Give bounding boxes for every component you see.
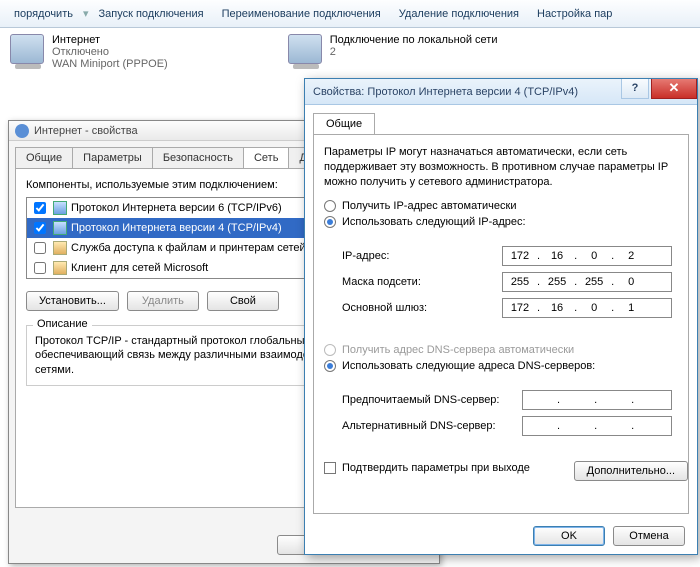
ip-octet[interactable]	[540, 275, 574, 289]
toolbar-item[interactable]: Запуск подключения	[91, 5, 212, 23]
window-title: Свойства: Протокол Интернета версии 4 (T…	[313, 86, 578, 98]
toolbar-item[interactable]: Настройка пар	[529, 5, 620, 23]
ip-octet[interactable]	[614, 249, 648, 263]
window-titlebar[interactable]: Свойства: Протокол Интернета версии 4 (T…	[305, 79, 697, 105]
ip-octet[interactable]	[597, 419, 631, 433]
component-checkbox[interactable]	[34, 262, 46, 274]
radio-icon	[324, 200, 336, 212]
dns-fields-group: Предпочитаемый DNS-сервер: . . . Альтерн…	[324, 376, 678, 454]
ip-octet[interactable]	[577, 249, 611, 263]
tab-network[interactable]: Сеть	[243, 147, 289, 168]
explorer-toolbar: порядочить▾ Запуск подключения Переимено…	[0, 0, 700, 28]
connection-item-lan[interactable]: Подключение по локальной сети 2	[288, 34, 498, 70]
component-checkbox[interactable]	[34, 202, 46, 214]
remove-button: Удалить	[127, 291, 199, 311]
tabstrip: Общие	[313, 113, 689, 134]
radio-label: Использовать следующие адреса DNS-сервер…	[342, 360, 595, 372]
component-label: Служба доступа к файлам и принтерам сете…	[71, 242, 306, 254]
alternate-dns-label: Альтернативный DNS-сервер:	[342, 420, 522, 432]
radio-manual-ip[interactable]: Использовать следующий IP-адрес:	[324, 216, 678, 228]
checkbox-label: Подтвердить параметры при выходе	[342, 462, 530, 474]
radio-auto-ip[interactable]: Получить IP-адрес автоматически	[324, 200, 678, 212]
ipv4-properties-window: Свойства: Протокол Интернета версии 4 (T…	[304, 78, 698, 555]
ip-octet[interactable]	[634, 393, 668, 407]
preferred-dns-label: Предпочитаемый DNS-сервер:	[342, 394, 522, 406]
radio-icon	[324, 216, 336, 228]
ip-octet[interactable]	[540, 301, 574, 315]
connection-name: Подключение по локальной сети	[330, 34, 498, 46]
close-button[interactable]: ✕	[651, 79, 697, 99]
ip-octet[interactable]	[560, 393, 594, 407]
connection-device: WAN Miniport (PPPOE)	[52, 58, 168, 70]
alternate-dns-input[interactable]: . . .	[522, 416, 672, 436]
ip-fields-group: IP-адрес: . . . Маска подсети: . . . О	[324, 232, 678, 336]
connection-icon	[288, 34, 322, 64]
toolbar-item[interactable]: порядочить	[6, 5, 81, 23]
radio-label: Получить адрес DNS-сервера автоматически	[342, 344, 574, 356]
component-checkbox[interactable]	[34, 222, 46, 234]
ip-octet[interactable]	[540, 249, 574, 263]
toolbar-item[interactable]: Удаление подключения	[391, 5, 527, 23]
globe-icon	[15, 124, 29, 138]
help-button[interactable]: ?	[621, 79, 649, 99]
radio-label: Получить IP-адрес автоматически	[342, 200, 516, 212]
tab-security[interactable]: Безопасность	[152, 147, 244, 168]
client-icon	[53, 261, 67, 275]
checkbox-icon	[324, 462, 336, 474]
cancel-button[interactable]: Отмена	[613, 526, 685, 546]
service-icon	[53, 241, 67, 255]
gateway-label: Основной шлюз:	[342, 302, 502, 314]
component-checkbox[interactable]	[34, 242, 46, 254]
component-label: Протокол Интернета версии 6 (TCP/IPv6)	[71, 202, 282, 214]
ip-octet[interactable]	[614, 301, 648, 315]
radio-auto-dns: Получить адрес DNS-сервера автоматически	[324, 344, 678, 356]
subnet-mask-label: Маска подсети:	[342, 276, 502, 288]
component-label: Клиент для сетей Microsoft	[71, 262, 208, 274]
radio-label: Использовать следующий IP-адрес:	[342, 216, 526, 228]
ip-octet[interactable]	[503, 249, 537, 263]
ip-octet[interactable]	[634, 419, 668, 433]
connection-name: Интернет	[52, 34, 168, 46]
ip-octet[interactable]	[503, 301, 537, 315]
ip-octet[interactable]	[597, 393, 631, 407]
tab-general[interactable]: Общие	[15, 147, 73, 168]
protocol-icon	[53, 201, 67, 215]
description-legend: Описание	[33, 318, 92, 330]
advanced-button[interactable]: Дополнительно...	[574, 461, 688, 481]
intro-text: Параметры IP могут назначаться автоматич…	[324, 145, 678, 190]
tab-panel-general: Параметры IP могут назначаться автоматич…	[313, 134, 689, 514]
toolbar-item[interactable]: Переименование подключения	[214, 5, 389, 23]
connection-status: 2	[330, 46, 498, 58]
ip-octet[interactable]	[577, 275, 611, 289]
window-title: Интернет - свойства	[34, 125, 138, 137]
subnet-mask-input[interactable]: . . .	[502, 272, 672, 292]
component-label: Протокол Интернета версии 4 (TCP/IPv4)	[71, 222, 282, 234]
install-button[interactable]: Установить...	[26, 291, 119, 311]
tab-options[interactable]: Параметры	[72, 147, 153, 168]
ip-octet[interactable]	[503, 275, 537, 289]
radio-manual-dns[interactable]: Использовать следующие адреса DNS-сервер…	[324, 360, 678, 372]
radio-icon	[324, 360, 336, 372]
ip-octet[interactable]	[523, 393, 557, 407]
preferred-dns-input[interactable]: . . .	[522, 390, 672, 410]
protocol-icon	[53, 221, 67, 235]
tab-general[interactable]: Общие	[313, 113, 375, 134]
connections-list: Интернет Отключено WAN Miniport (PPPOE) …	[0, 28, 700, 76]
ok-button[interactable]: OK	[533, 526, 605, 546]
radio-icon	[324, 344, 336, 356]
ip-octet[interactable]	[614, 275, 648, 289]
properties-button[interactable]: Свой	[207, 291, 279, 311]
connection-status: Отключено	[52, 46, 168, 58]
ip-octet[interactable]	[560, 419, 594, 433]
ip-address-input[interactable]: . . .	[502, 246, 672, 266]
connection-item-internet[interactable]: Интернет Отключено WAN Miniport (PPPOE)	[10, 34, 168, 70]
ip-address-label: IP-адрес:	[342, 250, 502, 262]
connection-icon	[10, 34, 44, 64]
ip-octet[interactable]	[577, 301, 611, 315]
gateway-input[interactable]: . . .	[502, 298, 672, 318]
ip-octet[interactable]	[523, 419, 557, 433]
